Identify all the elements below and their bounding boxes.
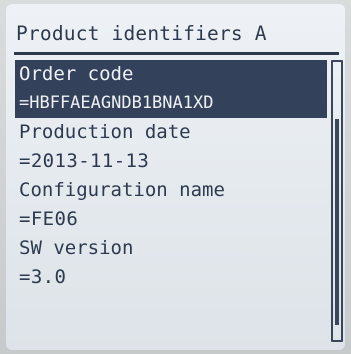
page-title: Product identifiers A: [16, 22, 267, 45]
title-divider: [14, 52, 339, 55]
lcd-screen: Product identifiers A Order code =HBFFAE…: [6, 4, 345, 350]
item-label: Configuration name: [19, 179, 225, 201]
list-item-sw-version[interactable]: SW version =3.0: [15, 234, 327, 292]
item-value: =HBFFAEAGNDB1BNA1XD: [15, 89, 327, 118]
scrollbar-thumb[interactable]: [335, 119, 339, 325]
list-item-production-date[interactable]: Production date =2013-11-13: [15, 118, 327, 176]
scrollbar[interactable]: [331, 60, 343, 342]
device-bezel: Product identifiers A Order code =HBFFAE…: [0, 0, 351, 354]
item-label: Production date: [19, 121, 191, 143]
list-item-order-code[interactable]: Order code =HBFFAEAGNDB1BNA1XD: [15, 60, 327, 118]
item-label: Order code: [15, 60, 327, 89]
item-value: =2013-11-13: [19, 150, 150, 172]
item-value: =3.0: [19, 266, 67, 288]
item-value: =FE06: [19, 208, 79, 230]
item-label: SW version: [19, 237, 134, 259]
list-item-configuration-name[interactable]: Configuration name =FE06: [15, 176, 327, 234]
identifier-list: Order code =HBFFAEAGNDB1BNA1XD Productio…: [15, 60, 327, 292]
